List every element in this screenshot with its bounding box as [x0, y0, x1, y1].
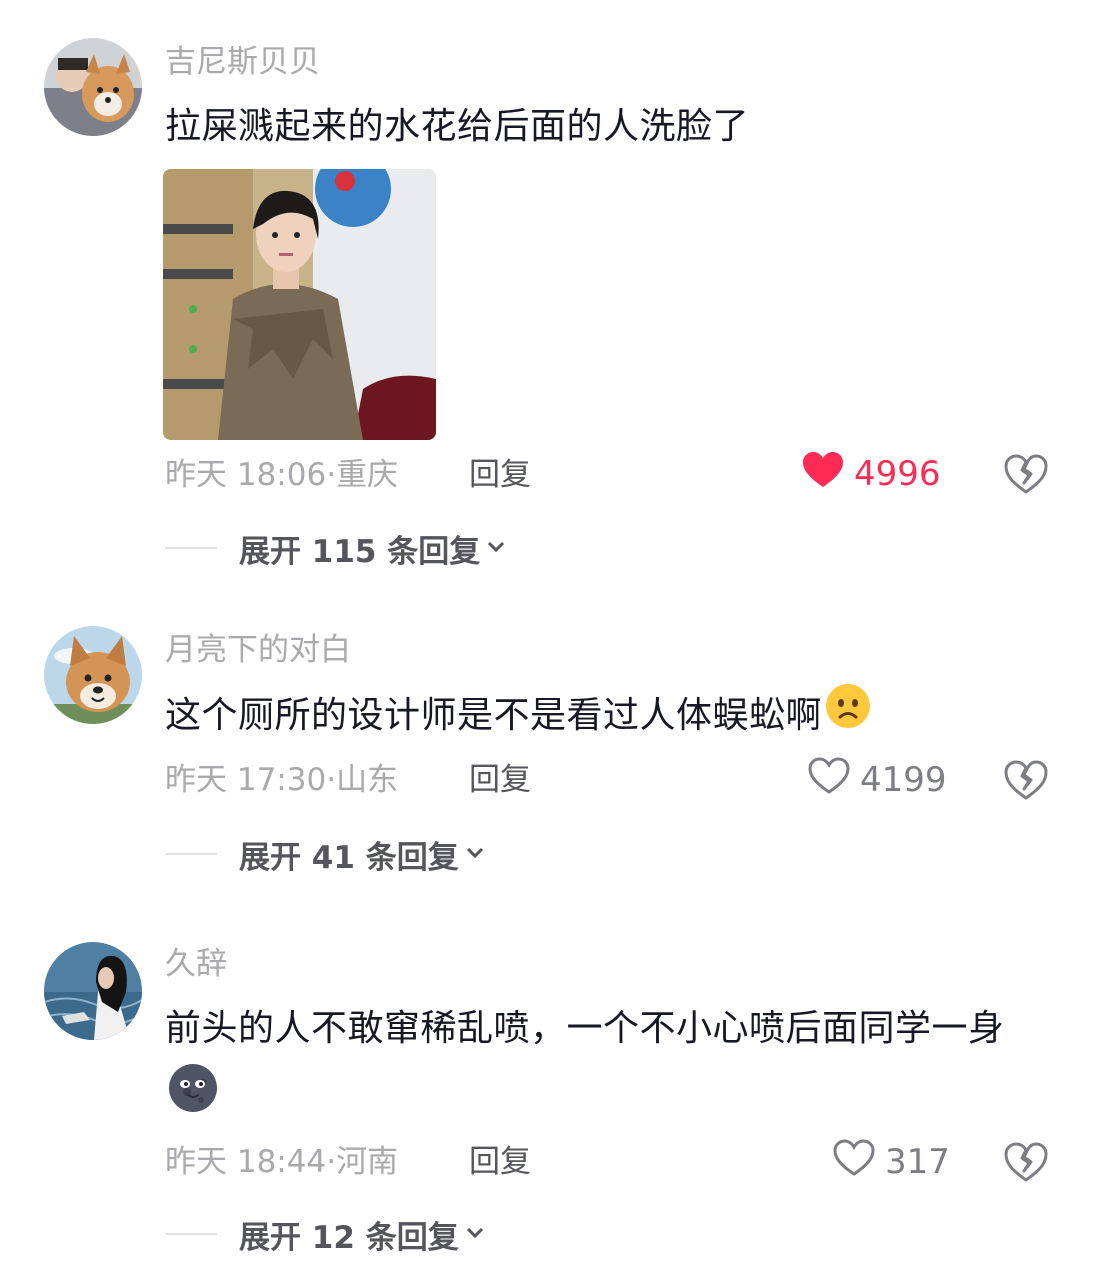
chevron-down-icon — [465, 845, 485, 864]
comment-image[interactable] — [163, 169, 436, 440]
comment-location: 重庆 — [336, 457, 399, 493]
divider — [165, 547, 217, 549]
reply-button[interactable]: 回复 — [469, 760, 531, 800]
comment-3: 久辞 前头的人不敢窜稀乱喷，一个不小心喷后面同学一身 昨天 18:44·河南 回… — [0, 910, 1095, 1280]
comment-text: 前头的人不敢窜稀乱喷，一个不小心喷后面同学一身 — [165, 996, 1055, 1136]
like-count: 4199 — [860, 760, 947, 800]
expand-replies-label: 展开 115 条回复 — [239, 533, 481, 570]
reply-button[interactable]: 回复 — [469, 1142, 531, 1182]
comment-text: 拉屎溅起来的水花给后面的人洗脸了 — [165, 94, 1055, 160]
divider — [165, 853, 217, 855]
comment-text: 这个厕所的设计师是不是看过人体蜈蚣啊 — [165, 682, 1055, 752]
expand-replies[interactable]: 展开 12 条回复 — [165, 1214, 485, 1256]
comment-location: 河南 — [336, 1144, 399, 1180]
dislike-button[interactable] — [1003, 452, 1049, 496]
worried-face-icon — [824, 682, 872, 752]
comment-time: 昨天 18:06 — [165, 457, 327, 493]
comment-meta: 昨天 18:06·重庆 回复 — [165, 457, 531, 493]
user-avatar[interactable] — [44, 38, 142, 136]
expand-replies[interactable]: 展开 115 条回复 — [165, 528, 506, 570]
username[interactable]: 吉尼斯贝贝 — [165, 42, 320, 82]
like-button[interactable]: 4199 — [808, 756, 947, 804]
comment-time: 昨天 17:30 — [165, 762, 327, 798]
new-moon-face-icon — [167, 1062, 219, 1136]
heart-outline-icon — [808, 756, 860, 804]
like-count: 4996 — [854, 454, 941, 494]
expand-replies-label: 展开 41 条回复 — [239, 839, 459, 876]
user-avatar[interactable] — [44, 942, 142, 1040]
divider — [165, 1233, 217, 1235]
broken-heart-icon — [1003, 454, 1049, 500]
like-count: 317 — [885, 1142, 950, 1182]
chevron-down-icon — [486, 539, 506, 558]
like-button[interactable]: 4996 — [802, 451, 941, 498]
expand-replies[interactable]: 展开 41 条回复 — [165, 834, 485, 876]
broken-heart-icon — [1003, 1142, 1049, 1188]
dislike-button[interactable] — [1003, 758, 1049, 802]
comment-1: 吉尼斯贝贝 拉屎溅起来的水花给后面的人洗脸了 昨天 18:06·重庆 回复 49… — [0, 0, 1095, 590]
comment-text-body: 前头的人不敢窜稀乱喷，一个不小心喷后面同学一身 — [165, 1008, 1005, 1049]
broken-heart-icon — [1003, 760, 1049, 806]
username[interactable]: 月亮下的对白 — [165, 630, 351, 670]
user-avatar[interactable] — [44, 626, 142, 724]
comment-meta: 昨天 17:30·山东 回复 — [165, 762, 531, 798]
comment-text-body: 拉屎溅起来的水花给后面的人洗脸了 — [165, 106, 750, 147]
comment-2: 月亮下的对白 这个厕所的设计师是不是看过人体蜈蚣啊 昨天 17:30·山东 回复… — [0, 590, 1095, 910]
comment-text-body: 这个厕所的设计师是不是看过人体蜈蚣啊 — [165, 695, 823, 736]
heart-filled-icon — [802, 451, 854, 498]
dislike-button[interactable] — [1003, 1140, 1049, 1184]
like-button[interactable]: 317 — [833, 1138, 950, 1186]
comment-meta: 昨天 18:44·河南 回复 — [165, 1144, 531, 1180]
comment-location: 山东 — [336, 762, 399, 798]
expand-replies-label: 展开 12 条回复 — [239, 1219, 459, 1256]
heart-outline-icon — [833, 1138, 885, 1186]
comment-time: 昨天 18:44 — [165, 1144, 327, 1180]
username[interactable]: 久辞 — [165, 944, 227, 984]
chevron-down-icon — [465, 1225, 485, 1244]
reply-button[interactable]: 回复 — [469, 455, 531, 495]
